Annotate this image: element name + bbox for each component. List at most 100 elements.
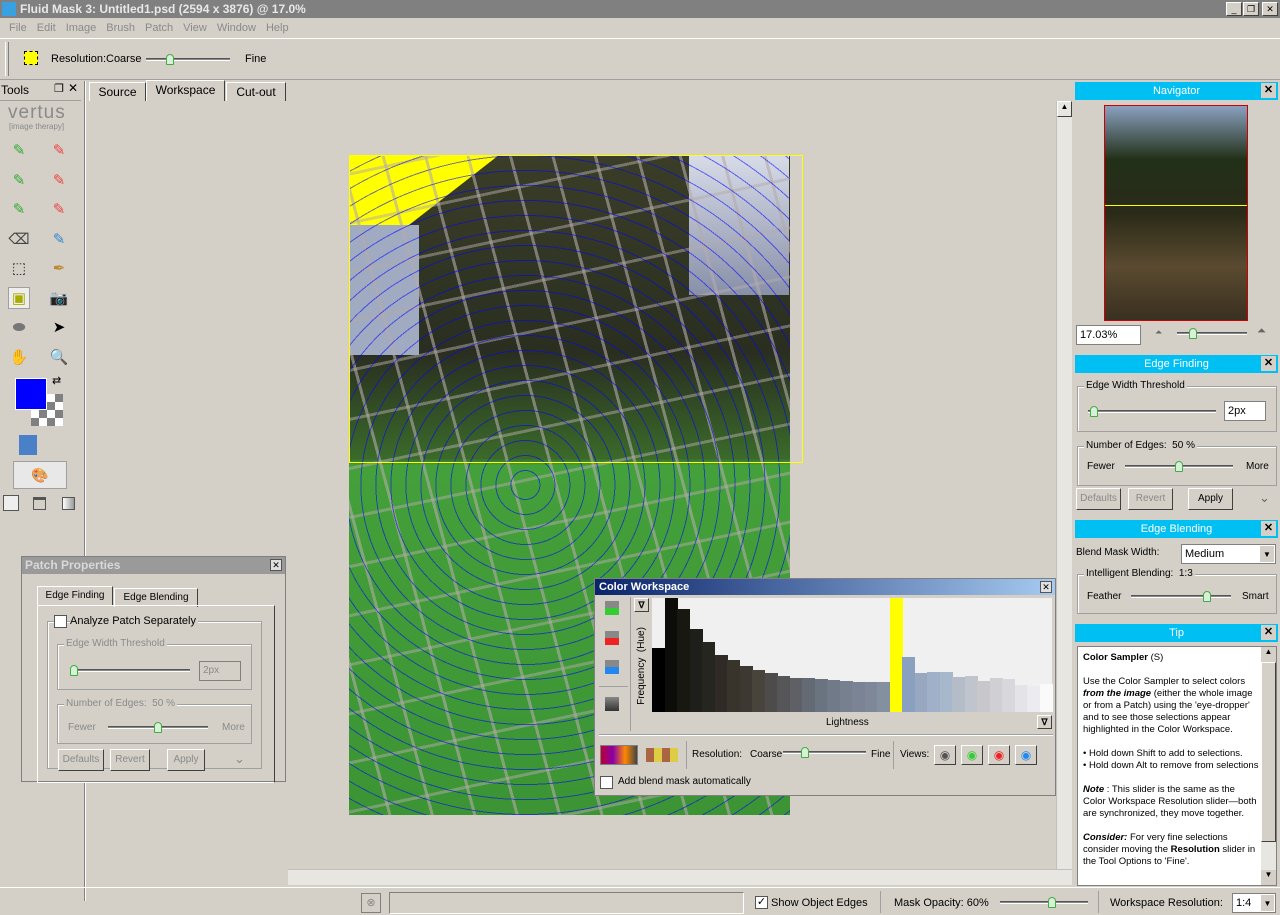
zoom-slider[interactable] (1177, 328, 1247, 339)
close-icon[interactable]: ✕ (1040, 581, 1052, 593)
workspace-resolution-select[interactable]: 1:4 ▼ (1232, 893, 1276, 913)
histogram-bar[interactable] (927, 672, 940, 712)
histogram-bar[interactable] (1014, 684, 1028, 712)
view-keep-eye-icon[interactable]: ◉ (961, 745, 983, 765)
revert-button[interactable]: Revert (1128, 488, 1173, 510)
apply-button[interactable]: Apply (1188, 488, 1233, 510)
histogram-bar[interactable] (727, 660, 740, 712)
histogram-bar[interactable] (902, 657, 915, 712)
defaults-button[interactable]: Defaults (1076, 488, 1121, 510)
patch-tab-edge-finding[interactable]: Edge Finding (37, 586, 113, 605)
keep-bucket-icon[interactable] (605, 601, 619, 615)
histogram-bar[interactable] (1002, 678, 1015, 712)
histogram-bar[interactable] (739, 666, 753, 712)
y-axis-menu-button[interactable]: ∇ (634, 598, 649, 612)
hand-icon[interactable]: ✋ (8, 346, 30, 368)
close-button[interactable]: ✕ (1262, 2, 1278, 16)
histogram-bar[interactable] (689, 628, 703, 712)
blend-mask-width-select[interactable]: Medium ▼ (1181, 544, 1276, 564)
histogram-bar[interactable] (652, 648, 665, 712)
keep-edge-brush-icon[interactable]: ✎ (8, 169, 30, 191)
histogram-bar[interactable] (1027, 685, 1040, 712)
float-panel-icon[interactable]: ❐ (54, 82, 64, 95)
palette-icon[interactable]: 🎨 (13, 461, 67, 489)
tab-source[interactable]: Source (89, 82, 146, 101)
minimize-button[interactable]: _ (1226, 2, 1242, 16)
menu-help[interactable]: Help (261, 19, 294, 37)
layout-1-icon[interactable] (3, 495, 19, 511)
tab-cutout[interactable]: Cut-out (226, 82, 286, 101)
patch-apply-button[interactable]: Apply (167, 749, 205, 771)
histogram-bar[interactable] (777, 675, 790, 712)
cutout-pen-icon[interactable]: ✒ (48, 257, 70, 279)
vertical-scrollbar[interactable]: ▲ (1056, 101, 1072, 869)
keep-brush-icon[interactable]: ✎ (8, 139, 30, 161)
patch-threshold-spinbox[interactable]: 2px (199, 661, 241, 681)
x-axis-menu-button[interactable]: ∇ (1037, 715, 1052, 729)
zoom-spinbox[interactable]: 17.03% (1076, 325, 1141, 345)
histogram-bar[interactable] (764, 673, 778, 712)
analyze-patch-checkbox[interactable] (54, 615, 67, 628)
close-icon[interactable]: ✕ (1261, 356, 1276, 371)
histogram-bar[interactable] (952, 676, 965, 712)
close-icon[interactable]: ✕ (1261, 83, 1276, 98)
clear-bucket-icon[interactable] (605, 697, 619, 711)
histogram-bar[interactable] (827, 680, 840, 712)
chevron-down-icon[interactable]: ▼ (1260, 546, 1274, 562)
view-blend-eye-icon[interactable]: ◉ (1015, 745, 1037, 765)
menu-window[interactable]: Window (212, 19, 261, 37)
close-icon[interactable]: ✕ (1261, 625, 1276, 640)
mask-opacity-slider[interactable] (1000, 897, 1088, 908)
histogram-bar[interactable] (702, 642, 715, 712)
eraser-icon[interactable]: ⌫ (8, 228, 30, 250)
delete-brush-icon[interactable]: ✎ (48, 139, 70, 161)
delete-bucket-icon[interactable] (605, 631, 619, 645)
histogram-bar[interactable] (852, 682, 865, 712)
color-sampler-icon[interactable]: ▣ (8, 286, 30, 309)
layout-3-icon[interactable] (62, 497, 75, 510)
histogram-bar[interactable] (989, 677, 1003, 712)
toolbar-grip[interactable] (5, 42, 9, 76)
swatch-view-icon[interactable] (646, 748, 678, 762)
add-blend-mask-checkbox[interactable] (600, 776, 613, 789)
delete-local-brush-icon[interactable]: ✎ (48, 198, 70, 220)
blend-brush-icon[interactable]: ✎ (48, 228, 70, 250)
tab-workspace[interactable]: Workspace (146, 80, 225, 101)
histogram-bar[interactable] (977, 681, 990, 712)
expand-icon[interactable]: ⌄ (234, 751, 245, 767)
histogram-bar[interactable] (677, 609, 690, 712)
blending-slider[interactable] (1131, 591, 1231, 602)
foreground-color-swatch[interactable] (15, 378, 47, 410)
histogram-bar[interactable] (914, 673, 928, 712)
expand-icon[interactable]: ⌄ (1259, 490, 1270, 506)
histogram-bar[interactable] (877, 682, 890, 712)
patch-defaults-button[interactable]: Defaults (58, 749, 104, 771)
histogram[interactable] (652, 598, 1053, 712)
histogram-bar[interactable] (664, 598, 678, 712)
navigator-thumbnail[interactable] (1104, 105, 1248, 321)
cw-resolution-slider[interactable] (783, 747, 866, 758)
histogram-bar[interactable] (839, 681, 853, 712)
histogram-bar[interactable] (714, 655, 728, 712)
stamp-icon[interactable]: ⬬ (8, 316, 30, 338)
menu-edit[interactable]: Edit (32, 19, 61, 37)
threshold-slider[interactable] (1088, 406, 1216, 417)
histogram-bar[interactable] (789, 677, 803, 712)
blend-bucket-icon[interactable] (605, 660, 619, 674)
histogram-bar[interactable] (1039, 683, 1053, 712)
menu-image[interactable]: Image (61, 19, 102, 37)
histogram-bar-selected[interactable] (889, 598, 903, 712)
menu-patch[interactable]: Patch (140, 19, 178, 37)
camera-icon[interactable]: 📷 (48, 287, 70, 309)
close-icon[interactable]: ✕ (1261, 521, 1276, 536)
layout-2-icon[interactable] (33, 497, 46, 510)
source-to-cutout-icon[interactable] (19, 435, 59, 455)
menu-view[interactable]: View (178, 19, 212, 37)
pointer-icon[interactable]: ➤ (48, 316, 70, 338)
restore-button[interactable]: ❐ (1243, 2, 1259, 16)
tip-scrollbar[interactable]: ▲ ▼ (1261, 647, 1276, 885)
zoom-in-icon[interactable]: ⏶ (1257, 325, 1266, 338)
swap-colors-icon[interactable]: ⇄ (52, 374, 61, 387)
zoom-out-icon[interactable]: ⏶ (1155, 327, 1162, 338)
close-panel-icon[interactable]: ✕ (68, 81, 78, 95)
